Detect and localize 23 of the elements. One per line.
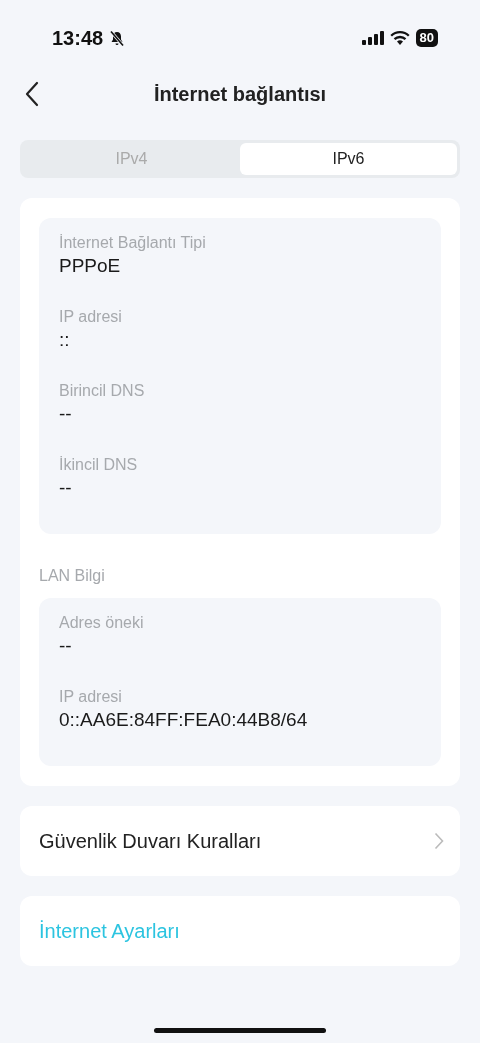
- field-label: İnternet Bağlantı Tipi: [59, 233, 207, 253]
- section-heading: LAN Bilgi: [39, 566, 106, 586]
- field-value: PPPoE: [59, 254, 122, 278]
- battery-level: 80: [415, 29, 438, 47]
- field-value: --: [59, 476, 73, 500]
- chevron-right-icon: [434, 832, 444, 850]
- page-title: İnternet bağlantısı: [153, 82, 327, 106]
- field-value: ::: [59, 328, 71, 352]
- wifi-icon: [389, 30, 410, 46]
- tab[interactable]: IPv6: [240, 143, 457, 175]
- field-value: --: [59, 402, 73, 426]
- back-icon[interactable]: [25, 81, 39, 107]
- field-label: İkincil DNS: [59, 455, 139, 475]
- menu-row[interactable]: Güvenlik Duvarı Kuralları: [20, 806, 460, 876]
- muted-bell-icon: [109, 29, 126, 47]
- field-label: IP adresi: [59, 307, 123, 327]
- field-value: 0::AA6E:84FF:FEA0:44B8/64: [59, 708, 309, 732]
- field-label: Adres öneki: [59, 613, 145, 633]
- field-value: --: [59, 634, 73, 658]
- status-time: 13:48: [52, 26, 104, 50]
- field-label: IP adresi: [59, 687, 123, 707]
- field-label: Birincil DNS: [59, 381, 146, 401]
- signal-icon: [361, 31, 384, 45]
